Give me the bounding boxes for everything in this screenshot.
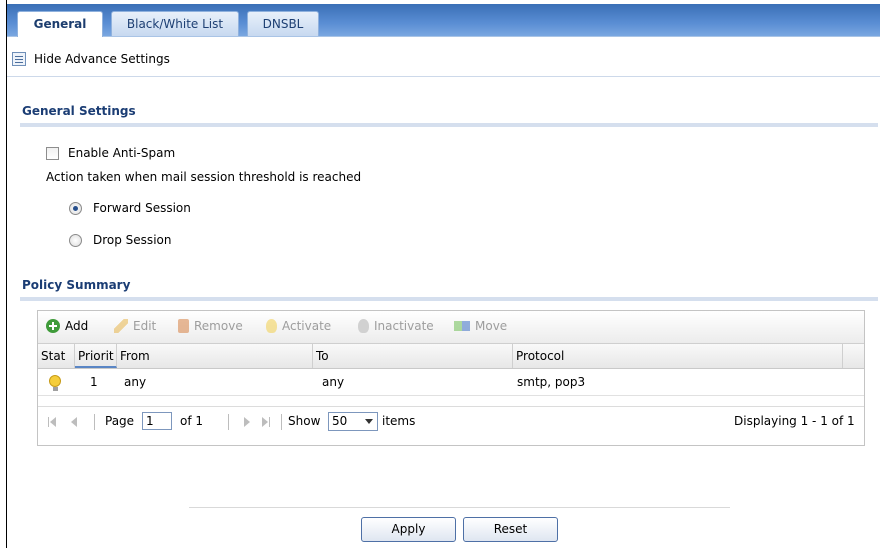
last-page-bar: [269, 417, 270, 427]
column-header-protocol[interactable]: Protocol: [513, 344, 843, 368]
edit-button[interactable]: Edit: [114, 319, 156, 333]
lightbulb-off-icon: [358, 319, 369, 333]
threshold-action-label: Action taken when mail session threshold…: [46, 170, 362, 184]
policy-summary-title: Policy Summary: [22, 278, 131, 292]
hide-advanced-settings-link[interactable]: Hide Advance Settings: [34, 52, 170, 66]
general-settings-title: General Settings: [22, 104, 136, 118]
activate-label: Activate: [282, 319, 332, 333]
items-per-page-value: 50: [332, 414, 348, 428]
next-page-icon[interactable]: [244, 417, 250, 427]
chevron-down-icon: [365, 419, 373, 424]
add-label: Add: [65, 319, 89, 333]
page-input[interactable]: 1: [142, 412, 172, 430]
forward-session-label: Forward Session: [93, 201, 191, 215]
move-label: Move: [475, 319, 508, 333]
first-page-icon[interactable]: [50, 417, 56, 427]
last-page-icon[interactable]: [262, 417, 268, 427]
row-protocol: smtp, pop3: [517, 375, 586, 389]
reset-button[interactable]: Reset: [463, 517, 558, 542]
pager-separator: [281, 414, 282, 430]
move-icon: [454, 321, 470, 331]
column-header-from[interactable]: From: [117, 344, 313, 368]
trash-icon: [178, 319, 189, 333]
activate-button[interactable]: Activate: [266, 319, 331, 333]
tab-bar: General Black/White List DNSBL: [7, 4, 880, 37]
table-header: Stat Priorit From To Protocol: [38, 344, 864, 369]
tab-dnsbl[interactable]: DNSBL: [247, 11, 319, 36]
enable-anti-spam-checkbox[interactable]: [46, 147, 59, 160]
enable-anti-spam-label: Enable Anti-Spam: [68, 146, 176, 160]
pager-separator: [94, 414, 95, 430]
list-icon[interactable]: [12, 52, 26, 66]
items-label: items: [382, 414, 416, 428]
prev-page-icon[interactable]: [71, 417, 77, 427]
displaying-count: Displaying 1 - 1 of 1: [734, 414, 855, 428]
content-frame: [6, 0, 880, 548]
tab-black-white-list[interactable]: Black/White List: [111, 11, 239, 36]
move-button[interactable]: Move: [454, 319, 507, 333]
drop-session-label: Drop Session: [93, 233, 172, 247]
apply-button[interactable]: Apply: [361, 517, 456, 542]
remove-label: Remove: [194, 319, 243, 333]
tab-general[interactable]: General: [17, 11, 103, 37]
add-icon: [46, 319, 60, 333]
inactivate-button[interactable]: Inactivate: [358, 319, 434, 333]
edit-label: Edit: [133, 319, 157, 333]
section-divider: [20, 123, 878, 127]
remove-button[interactable]: Remove: [178, 319, 243, 333]
row-priority: 1: [90, 375, 98, 389]
forward-session-radio[interactable]: [69, 202, 82, 215]
policy-table-panel: Add Edit Remove Activate Inactivate Move…: [37, 310, 865, 446]
column-header-priority[interactable]: Priorit: [75, 344, 117, 368]
page-label: Page: [105, 414, 135, 428]
pager-separator: [228, 414, 229, 430]
lightbulb-icon: [266, 319, 277, 333]
footer-divider: [189, 507, 730, 508]
section-divider: [20, 297, 878, 301]
row-to: any: [322, 375, 345, 389]
row-from: any: [124, 375, 147, 389]
advanced-settings-bar: Hide Advance Settings: [7, 46, 880, 77]
column-header-to[interactable]: To: [313, 344, 513, 368]
column-header-status[interactable]: Stat: [38, 344, 75, 368]
add-button[interactable]: Add: [46, 319, 88, 333]
table-row[interactable]: 1 any any smtp, pop3: [38, 369, 864, 396]
page-count-label: of 1: [180, 414, 204, 428]
edit-icon: [114, 319, 128, 333]
inactivate-label: Inactivate: [374, 319, 434, 333]
show-label: Show: [288, 414, 321, 428]
active-lightbulb-icon: [49, 375, 61, 391]
items-per-page-select[interactable]: 50: [328, 412, 378, 431]
first-page-bar: [48, 417, 49, 427]
policy-toolbar: Add Edit Remove Activate Inactivate Move: [38, 311, 864, 344]
pagination-bar: Page 1 of 1 Show 50 items Displaying 1 -…: [38, 406, 864, 439]
drop-session-radio[interactable]: [69, 234, 82, 247]
